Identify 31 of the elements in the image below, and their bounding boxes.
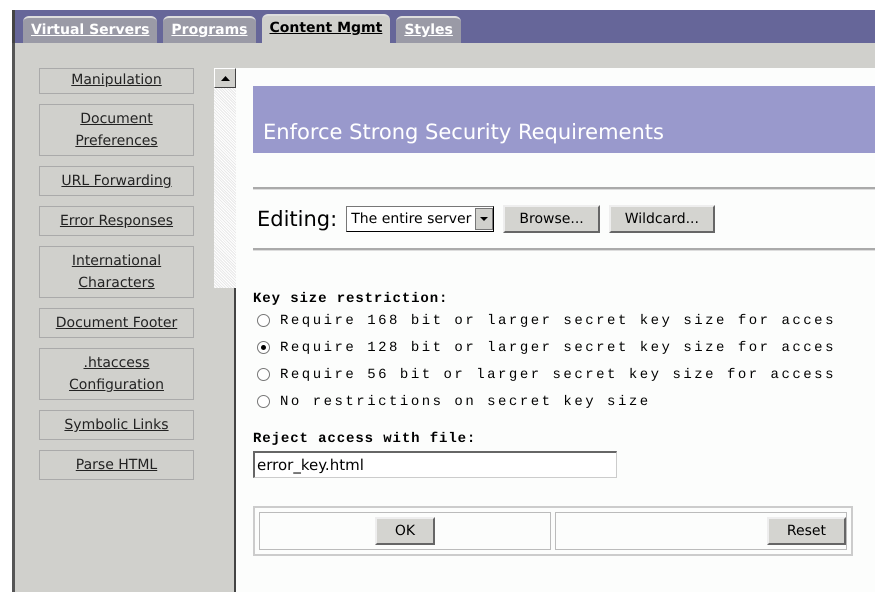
scrollbar[interactable] [214,68,236,592]
sidebar-link[interactable]: Error Responses [39,206,194,236]
sidebar-link[interactable]: URL Forwarding [39,166,194,196]
radio-label: Require 128 bit or larger secret key size for acces [280,340,836,356]
action-button[interactable]: Wildcard... [608,205,715,233]
radio-button[interactable] [257,314,270,327]
ok-button[interactable]: OK [374,517,436,545]
action-button[interactable]: Browse... [503,205,600,233]
editing-label: Editing: [257,207,338,231]
sidebar-link[interactable]: Symbolic Links [39,410,194,440]
scope-dropdown[interactable]: The entire server [346,206,494,232]
sidebar-link[interactable]: Parse HTML [39,450,194,480]
page-title: Enforce Strong Security Requirements [263,120,664,144]
sidebar-link[interactable]: Manipulation [39,68,194,94]
reject-file-field[interactable]: error_key.html [253,451,617,478]
radio-label: Require 168 bit or larger secret key size for acces [280,312,836,328]
sidebar-link[interactable]: Document Footer [39,308,194,338]
sidebar-link[interactable]: Document Preferences [39,104,194,156]
radio-button[interactable] [257,368,270,381]
reject-file-label: Reject access with file: [253,431,478,447]
caret-down-icon[interactable] [480,217,488,221]
radio-button[interactable] [257,341,270,354]
reset-button[interactable]: Reset [766,517,846,545]
key-size-label: Key size restriction: [253,291,450,307]
sidebar-link[interactable]: .htaccess Configuration [39,348,194,400]
radio-label: Require 56 bit or larger secret key size for access [280,366,836,382]
scroll-up-icon[interactable] [214,68,236,88]
radio-button[interactable] [257,395,270,408]
radio-label: No restrictions on secret key size [280,394,651,410]
tab[interactable]: Content Mgmt [262,14,390,43]
sidebar-link[interactable]: International Characters [39,246,194,298]
